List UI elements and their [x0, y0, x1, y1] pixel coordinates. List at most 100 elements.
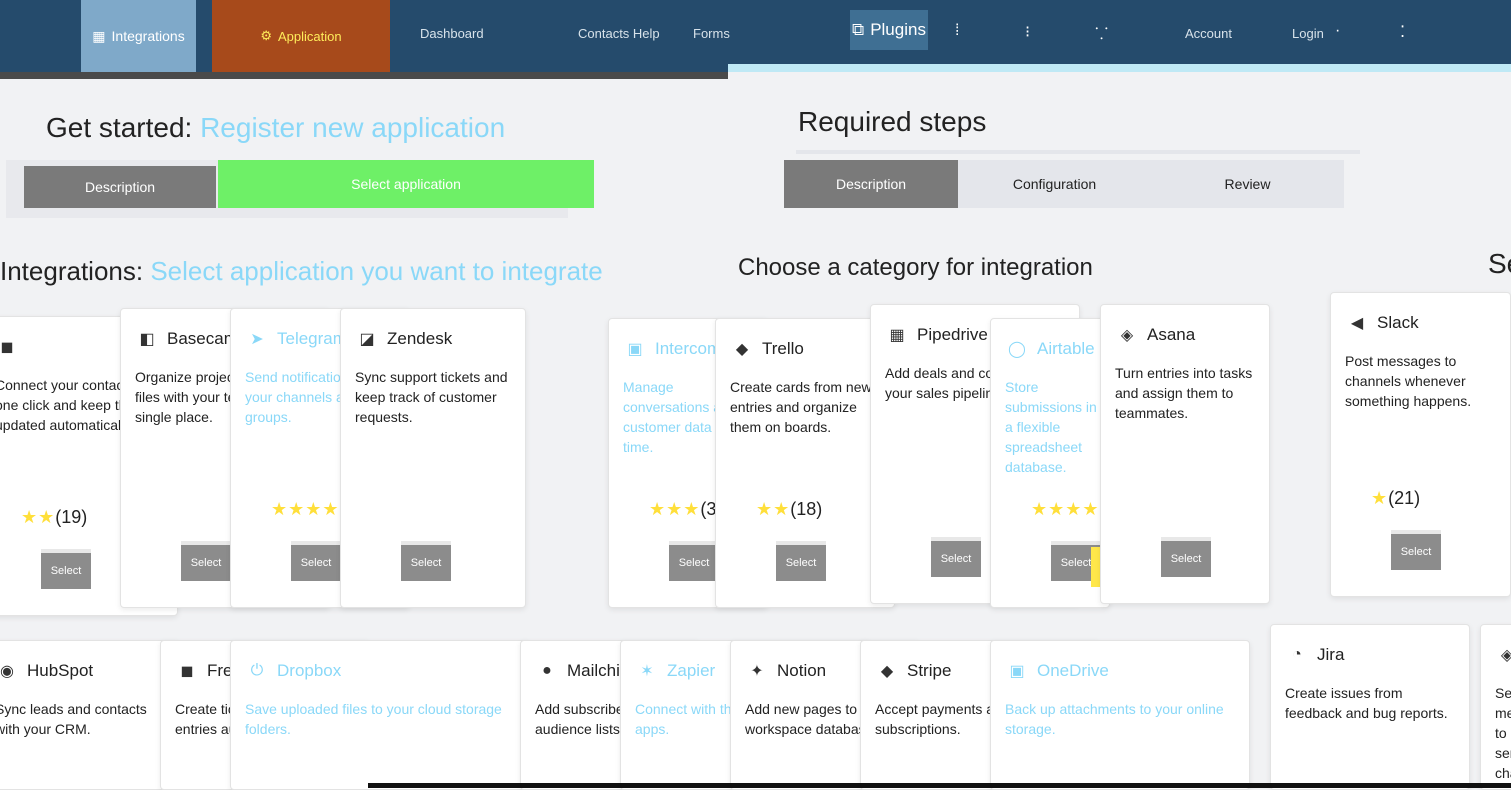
nav-home-label: Integrations [111, 28, 185, 44]
app-logo-icon: ✶ [640, 663, 654, 680]
select-title-prefix: Integrations: [0, 256, 144, 286]
select-title: Integrations: Select application you wan… [0, 256, 603, 287]
select-secondary-button[interactable]: Select [401, 541, 451, 581]
bell-icon[interactable]: ⁞ [955, 22, 959, 40]
star-rating-icon: ★ [1371, 488, 1389, 508]
step-description[interactable]: Description [24, 166, 216, 208]
nav-link-dashboard[interactable]: Dashboard [420, 26, 484, 41]
settings-icon[interactable]: ⸪ [1095, 22, 1108, 44]
app-card-header: ◉ HubSpot [0, 659, 93, 683]
required-divider [796, 150, 1360, 154]
app-card[interactable]: ◀ Slack Post messages to channels whenever… [1330, 292, 1511, 597]
gear-icon: ⚙ [260, 28, 273, 43]
menu-dot-icon[interactable]: · [1335, 22, 1340, 40]
star-rating-icon: ★★ [21, 507, 56, 527]
app-description: Send messages to server channels. [1495, 685, 1511, 781]
select-secondary-button[interactable]: Select [931, 537, 981, 577]
app-logo-icon: ◆ [735, 341, 749, 358]
app-card[interactable]: ◉ HubSpot Sync leads and contacts with you… [0, 640, 180, 790]
app-name: Airtable [1037, 339, 1095, 358]
app-card-header: ◈ Asana [1115, 323, 1195, 347]
app-card[interactable]: ◆ Trello Create cards from new entries and… [715, 318, 895, 608]
app-name: Jira [1317, 645, 1345, 664]
app-name: Stripe [907, 661, 952, 680]
app-card[interactable]: ⏻ Dropbox Save uploaded files to your clou… [230, 640, 530, 790]
nav-active-label: Application [278, 28, 342, 44]
app-logo-icon: ⏻ [250, 662, 264, 679]
app-name: Telegram [277, 329, 347, 348]
app-logo-icon: ◉ [0, 663, 14, 680]
app-logo-icon: ◆ [880, 663, 894, 680]
app-name: Intercom [655, 339, 722, 358]
app-name: Zendesk [387, 329, 453, 348]
required-step-configuration[interactable]: Configuration [958, 160, 1151, 208]
app-description: Store submissions in a flexible spreadsh… [1005, 379, 1097, 475]
app-logo-icon: ◼ [0, 339, 14, 356]
app-description: Save uploaded files to your cloud storag… [245, 701, 502, 737]
app-card-header: ◯ Airtable [1005, 337, 1095, 361]
plugins-logo[interactable]: ⧉ Plugins [850, 10, 928, 50]
app-name: Notion [777, 661, 827, 680]
more-icon[interactable]: ⁚ [1400, 22, 1405, 42]
nav-home[interactable]: ▦ Integrations [81, 0, 196, 72]
select-title-right: Se [1488, 248, 1511, 279]
app-description: Create issues from feedback and bug repo… [1285, 685, 1448, 721]
select-secondary-button[interactable]: Select [41, 549, 91, 589]
app-logo-icon: ➤ [250, 331, 264, 348]
select-category-title: Choose a category for integration [738, 254, 1093, 281]
star-rating-icon: ★★★★ [271, 499, 340, 519]
app-card-header: ▦ Pipedrive [885, 323, 987, 347]
select-secondary-button[interactable]: Select [1161, 537, 1211, 577]
app-card-header: ✦ Notion [745, 659, 826, 683]
select-secondary-button[interactable]: Select [1391, 530, 1441, 570]
required-step-review[interactable]: Review [1151, 160, 1344, 208]
step-select-application[interactable]: Select application [218, 160, 594, 208]
app-logo-icon: ● [542, 662, 552, 679]
app-card[interactable]: ◔ Jira Create issues from feedback and bug… [1270, 624, 1470, 790]
app-card-header: ▣ Intercom [623, 337, 721, 361]
app-card-header: ◆ Stripe [875, 659, 952, 683]
app-card[interactable]: ◪ Zendesk Sync support tickets and keep tr… [340, 308, 526, 608]
bottom-scrollbar[interactable] [368, 783, 1511, 788]
register-title-accent: Register new application [200, 112, 506, 143]
user-icon[interactable]: ⁝ [1025, 22, 1030, 42]
app-card[interactable]: ◈Discord Send messages to server channels… [1480, 624, 1511, 790]
app-description: Turn entries into tasks and assign them … [1115, 365, 1253, 421]
step-description-label: Description [84, 179, 156, 195]
app-card-header: ⏻ Dropbox [245, 659, 342, 683]
select-secondary-button[interactable]: Select [776, 541, 826, 581]
app-card-header: ➤ Telegram [245, 327, 347, 351]
app-rating: ★★(19) [21, 507, 87, 528]
required-steps-title: Required steps [798, 106, 987, 137]
required-step-description[interactable]: Description [784, 160, 958, 208]
nav-link-contacts[interactable]: Contacts Help [578, 26, 660, 41]
register-title: Get started: Register new application [46, 112, 505, 144]
app-logo-icon: ▣ [627, 341, 643, 358]
app-logo-icon: ◯ [1008, 341, 1026, 358]
app-card-header: ▣ OneDrive [1005, 659, 1108, 683]
nav-link-account[interactable]: Account [1185, 26, 1232, 41]
app-description: Sync support tickets and keep track of c… [355, 369, 508, 425]
nav-active-tab[interactable]: ⚙ Application [212, 0, 390, 72]
select-secondary-button[interactable]: Select [669, 541, 719, 581]
app-card[interactable]: ▣ OneDrive Back up attachments to your onl… [990, 640, 1250, 790]
app-logo-icon: ▦ [889, 327, 905, 344]
rating-count: (19) [55, 507, 88, 527]
app-card-header: ◆ Trello [730, 337, 804, 361]
select-secondary-button[interactable]: Select [291, 541, 341, 581]
app-card-header: ◈Discord [1495, 643, 1511, 667]
navbar-divider [0, 72, 728, 79]
select-title-accent: Select application you want to integrate [150, 256, 603, 286]
app-card-header: ◪ Zendesk [355, 327, 452, 351]
select-secondary-button[interactable]: Select [181, 541, 231, 581]
navbar-accent-strip [728, 64, 1511, 72]
required-step-review-label: Review [1224, 176, 1271, 192]
app-logo-icon: ◼ [180, 663, 194, 680]
app-card[interactable]: ◈ Asana Turn entries into tasks and assign… [1100, 304, 1270, 604]
nav-link-login[interactable]: Login [1292, 26, 1324, 41]
nav-link-forms[interactable]: Forms [693, 26, 730, 41]
rating-count: (21) [1388, 488, 1421, 508]
app-card[interactable]: ◯ Airtable Store submissions in a flexible… [990, 318, 1191, 608]
required-step-configuration-label: Configuration [1012, 176, 1097, 192]
required-step-description-label: Description [835, 176, 907, 192]
